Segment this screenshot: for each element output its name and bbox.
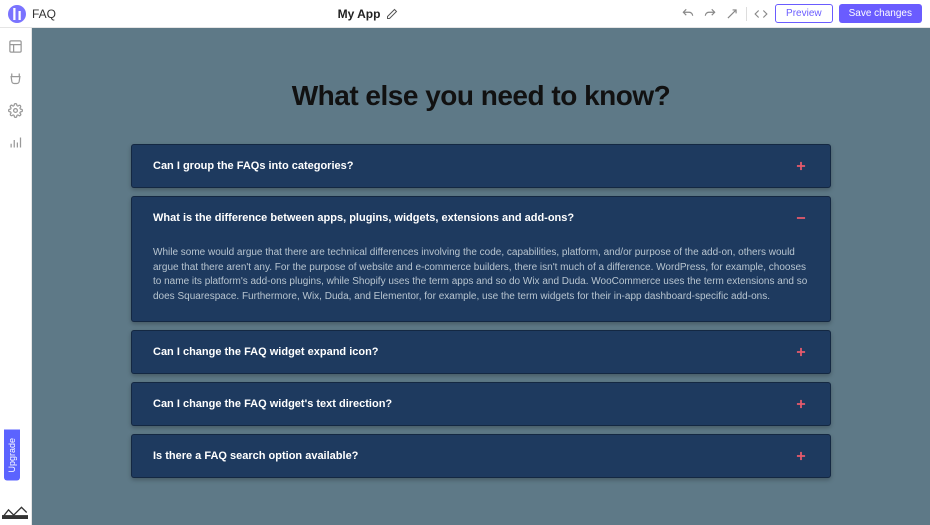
canvas: What else you need to know? Can I group … (32, 28, 930, 525)
upgrade-button[interactable]: Upgrade (4, 430, 20, 481)
layout-icon[interactable] (8, 38, 24, 54)
topbar: FAQ My App Preview Save changes (0, 0, 930, 28)
faq-header[interactable]: Can I change the FAQ widget expand icon? (131, 330, 831, 374)
faq-item[interactable]: What is the difference between apps, plu… (131, 196, 831, 322)
faq-question: What is the difference between apps, plu… (153, 212, 574, 224)
faq-header[interactable]: Is there a FAQ search option available? (131, 434, 831, 478)
undo-icon[interactable] (680, 6, 696, 22)
brand-mark (2, 505, 28, 519)
faq-item[interactable]: Is there a FAQ search option available? (131, 434, 831, 478)
faq-question: Can I change the FAQ widget expand icon? (153, 346, 379, 358)
app-name: My App (338, 7, 381, 21)
app-logo (8, 5, 26, 23)
plus-icon[interactable] (793, 158, 809, 174)
gear-icon[interactable] (8, 102, 24, 118)
faq-item[interactable]: Can I change the FAQ widget expand icon? (131, 330, 831, 374)
faq-question: Can I group the FAQs into categories? (153, 160, 353, 172)
topbar-center: My App (64, 7, 672, 21)
faq-list: Can I group the FAQs into categories? Wh… (131, 144, 831, 478)
faq-question: Is there a FAQ search option available? (153, 450, 358, 462)
body-area: Upgrade What else you need to know? Can … (0, 28, 930, 525)
minus-icon[interactable] (793, 210, 809, 226)
faq-header[interactable]: Can I change the FAQ widget's text direc… (131, 382, 831, 426)
faq-header[interactable]: Can I group the FAQs into categories? (131, 144, 831, 188)
topbar-left: FAQ (8, 5, 56, 23)
page-title: What else you need to know? (292, 80, 671, 112)
faq-header[interactable]: What is the difference between apps, plu… (131, 196, 831, 240)
pencil-icon[interactable] (386, 8, 398, 20)
redo-icon[interactable] (702, 6, 718, 22)
plus-icon[interactable] (793, 396, 809, 412)
faq-item[interactable]: Can I group the FAQs into categories? (131, 144, 831, 188)
sidebar: Upgrade (0, 28, 32, 525)
faq-item[interactable]: Can I change the FAQ widget's text direc… (131, 382, 831, 426)
faq-question: Can I change the FAQ widget's text direc… (153, 398, 392, 410)
save-button[interactable]: Save changes (839, 4, 922, 23)
chart-icon[interactable] (8, 134, 24, 150)
page-label: FAQ (32, 7, 56, 21)
code-icon[interactable] (753, 6, 769, 22)
plus-icon[interactable] (793, 448, 809, 464)
topbar-right: Preview Save changes (680, 4, 922, 23)
magic-icon[interactable] (724, 6, 740, 22)
divider (746, 7, 747, 21)
faq-answer: While some would argue that there are te… (131, 240, 831, 322)
preview-button[interactable]: Preview (775, 4, 833, 23)
plugin-icon[interactable] (8, 70, 24, 86)
plus-icon[interactable] (793, 344, 809, 360)
